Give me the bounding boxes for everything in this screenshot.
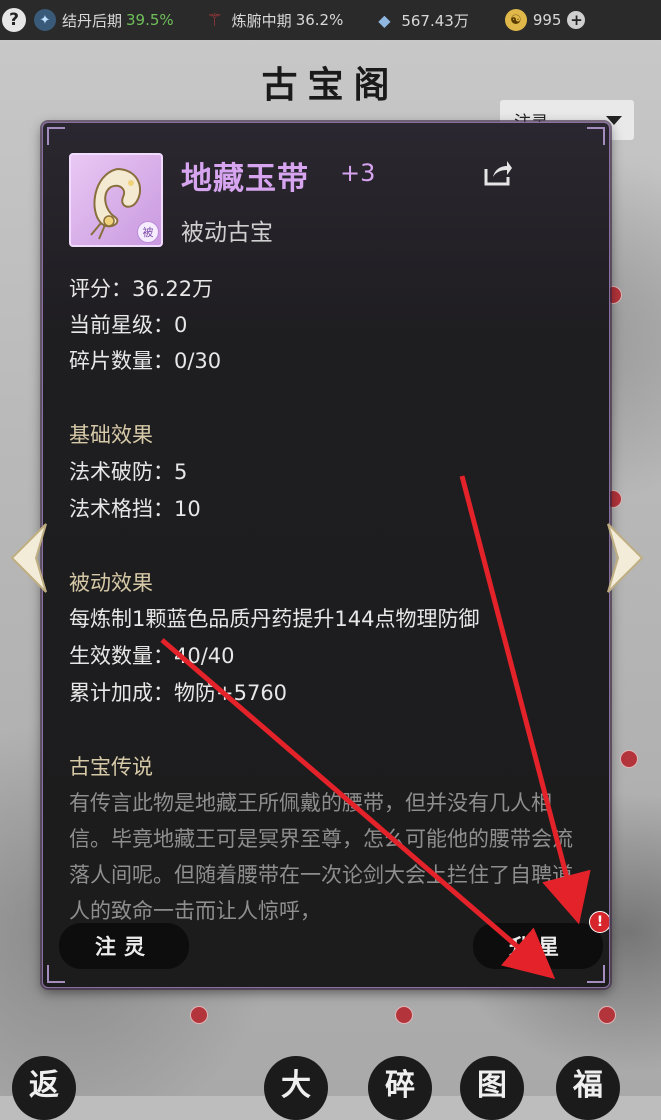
item-detail-panel: 被 地藏玉带 +3 被动古宝 评分：36.22万 当前星级：0 碎片数量：0/3… <box>42 122 610 988</box>
bottom-nav-item[interactable]: 碎 <box>368 1056 432 1120</box>
panel-corner-ornament <box>587 965 605 983</box>
lore-heading: 古宝传说 <box>69 755 153 779</box>
basic-effect: 法术破防：5 <box>69 460 188 484</box>
realm-label: 结丹后期 <box>62 11 123 30</box>
bottom-nav-return[interactable]: 返 <box>12 1056 76 1120</box>
realm-status[interactable]: ✦ 结丹后期 39.5% <box>34 9 174 31</box>
infuse-button[interactable]: 注灵 <box>59 923 189 969</box>
bottom-nav: 返 大 碎 图 福 <box>0 1056 661 1120</box>
notification-dot <box>598 1006 616 1024</box>
panel-corner-ornament <box>47 127 65 145</box>
realm-percent: 39.5% <box>126 11 174 29</box>
spirit-stone-counter[interactable]: ◆ 567.43万 <box>373 9 469 31</box>
passive-effect-description: 每炼制1颗蓝色品质丹药提升144点物理防御 <box>69 607 480 631</box>
spirit-stone-amount: 567.43万 <box>401 11 469 30</box>
basic-effect: 法术格挡：10 <box>69 497 201 521</box>
help-button[interactable]: ? <box>2 8 26 32</box>
lore-text: 有传言此物是地藏王所佩戴的腰带，但并没有几人相信。毕竟地藏王可是冥界至尊，怎么可… <box>69 791 573 923</box>
realm-icon: ✦ <box>34 9 56 31</box>
spirit-stone-icon: ◆ <box>378 10 391 30</box>
alert-badge: ! <box>589 911 609 933</box>
panel-corner-ornament <box>587 127 605 145</box>
active-count: 生效数量：40/40 <box>69 644 235 668</box>
item-name: 地藏玉带 <box>181 161 309 197</box>
passive-badge: 被 <box>137 221 159 243</box>
item-star-level: 当前星级：0 <box>69 313 188 337</box>
body-label: 炼腑中期 <box>231 11 292 30</box>
body-status[interactable]: ⚚ 炼腑中期 36.2% <box>204 9 344 31</box>
gold-coin-icon: ☯ <box>504 9 527 31</box>
previous-item-arrow-icon[interactable] <box>6 520 50 596</box>
notification-dot <box>620 750 638 768</box>
item-type: 被动古宝 <box>181 220 273 246</box>
body-refine-icon: ⚚ <box>206 9 223 31</box>
star-up-button[interactable]: 升星 <box>473 923 603 969</box>
bottom-nav-item[interactable]: 福 <box>556 1056 620 1120</box>
accumulated-bonus: 累计加成：物防+5760 <box>69 681 288 705</box>
panel-corner-ornament <box>47 965 65 983</box>
top-status-bar: ? ✦ 结丹后期 39.5% ⚚ 炼腑中期 36.2% ◆ 567.43万 ☯ … <box>0 0 661 40</box>
item-score: 评分：36.22万 <box>69 277 214 301</box>
gold-counter[interactable]: ☯ 995 + <box>504 9 586 31</box>
basic-effects-heading: 基础效果 <box>69 423 153 447</box>
item-icon: 被 <box>69 153 163 247</box>
add-gold-button[interactable]: + <box>567 11 586 29</box>
bottom-nav-item[interactable]: 大 <box>264 1056 328 1120</box>
bottom-nav-item[interactable]: 图 <box>460 1056 524 1120</box>
share-icon[interactable] <box>483 159 513 187</box>
notification-dot <box>190 1006 208 1024</box>
item-fragments: 碎片数量：0/30 <box>69 349 222 373</box>
passive-effects-heading: 被动效果 <box>69 571 153 595</box>
item-enhance-level: +3 <box>340 159 376 187</box>
body-percent: 36.2% <box>295 11 344 29</box>
next-item-arrow-icon[interactable] <box>604 520 648 596</box>
notification-dot <box>395 1006 413 1024</box>
gold-amount: 995 <box>532 11 562 29</box>
